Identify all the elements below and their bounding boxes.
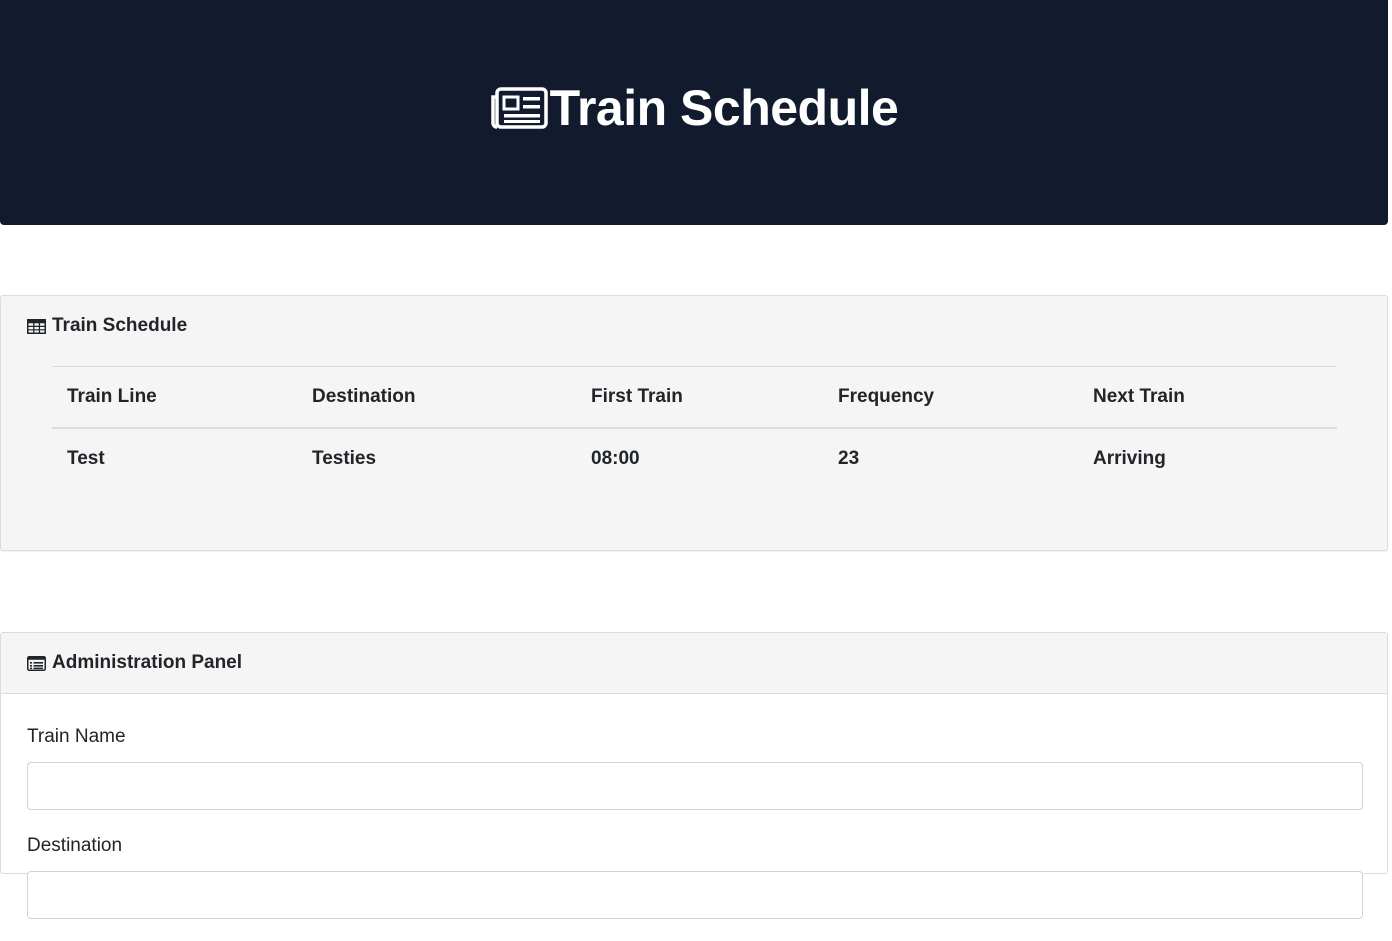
column-header: Destination — [312, 385, 416, 407]
table-cell: Testies — [312, 448, 377, 469]
administration-panel-card: Administration Panel Train Name Destinat… — [0, 632, 1388, 919]
administration-panel-header: Administration Panel — [1, 633, 1387, 694]
schedule-table: Train Line Destination First Train Frequ… — [52, 366, 1337, 490]
admin-form: Train Name Destination — [27, 723, 1363, 941]
column-header: First Train — [591, 385, 683, 407]
table-row: Test Testies 08:00 23 Arriving — [52, 428, 1337, 490]
destination-label: Destination — [27, 835, 123, 856]
column-header: Next Train — [1093, 385, 1185, 407]
hero-banner: Train Schedule — [0, 0, 1388, 225]
hero-heading: Train Schedule — [490, 79, 899, 137]
table-cell: Test — [67, 448, 105, 469]
train-name-input[interactable] — [27, 762, 1363, 810]
table-cell: Arriving — [1093, 448, 1166, 469]
train-schedule-card-header: Train Schedule — [1, 296, 1387, 356]
table-icon — [27, 318, 46, 334]
list-alt-icon — [27, 655, 46, 671]
train-name-label: Train Name — [27, 726, 126, 747]
card-title: Train Schedule — [52, 315, 188, 336]
column-header: Train Line — [67, 385, 157, 407]
destination-input[interactable] — [27, 871, 1363, 919]
card-title: Administration Panel — [52, 652, 243, 673]
page-title: Train Schedule — [549, 79, 899, 136]
train-schedule-card: Train Schedule Train Line Destination Fi… — [0, 295, 1388, 551]
column-header: Frequency — [838, 385, 935, 407]
table-cell: 23 — [838, 448, 860, 469]
newspaper-icon — [490, 86, 548, 129]
table-header-row: Train Line Destination First Train Frequ… — [52, 366, 1337, 428]
table-cell: 08:00 — [591, 448, 640, 469]
